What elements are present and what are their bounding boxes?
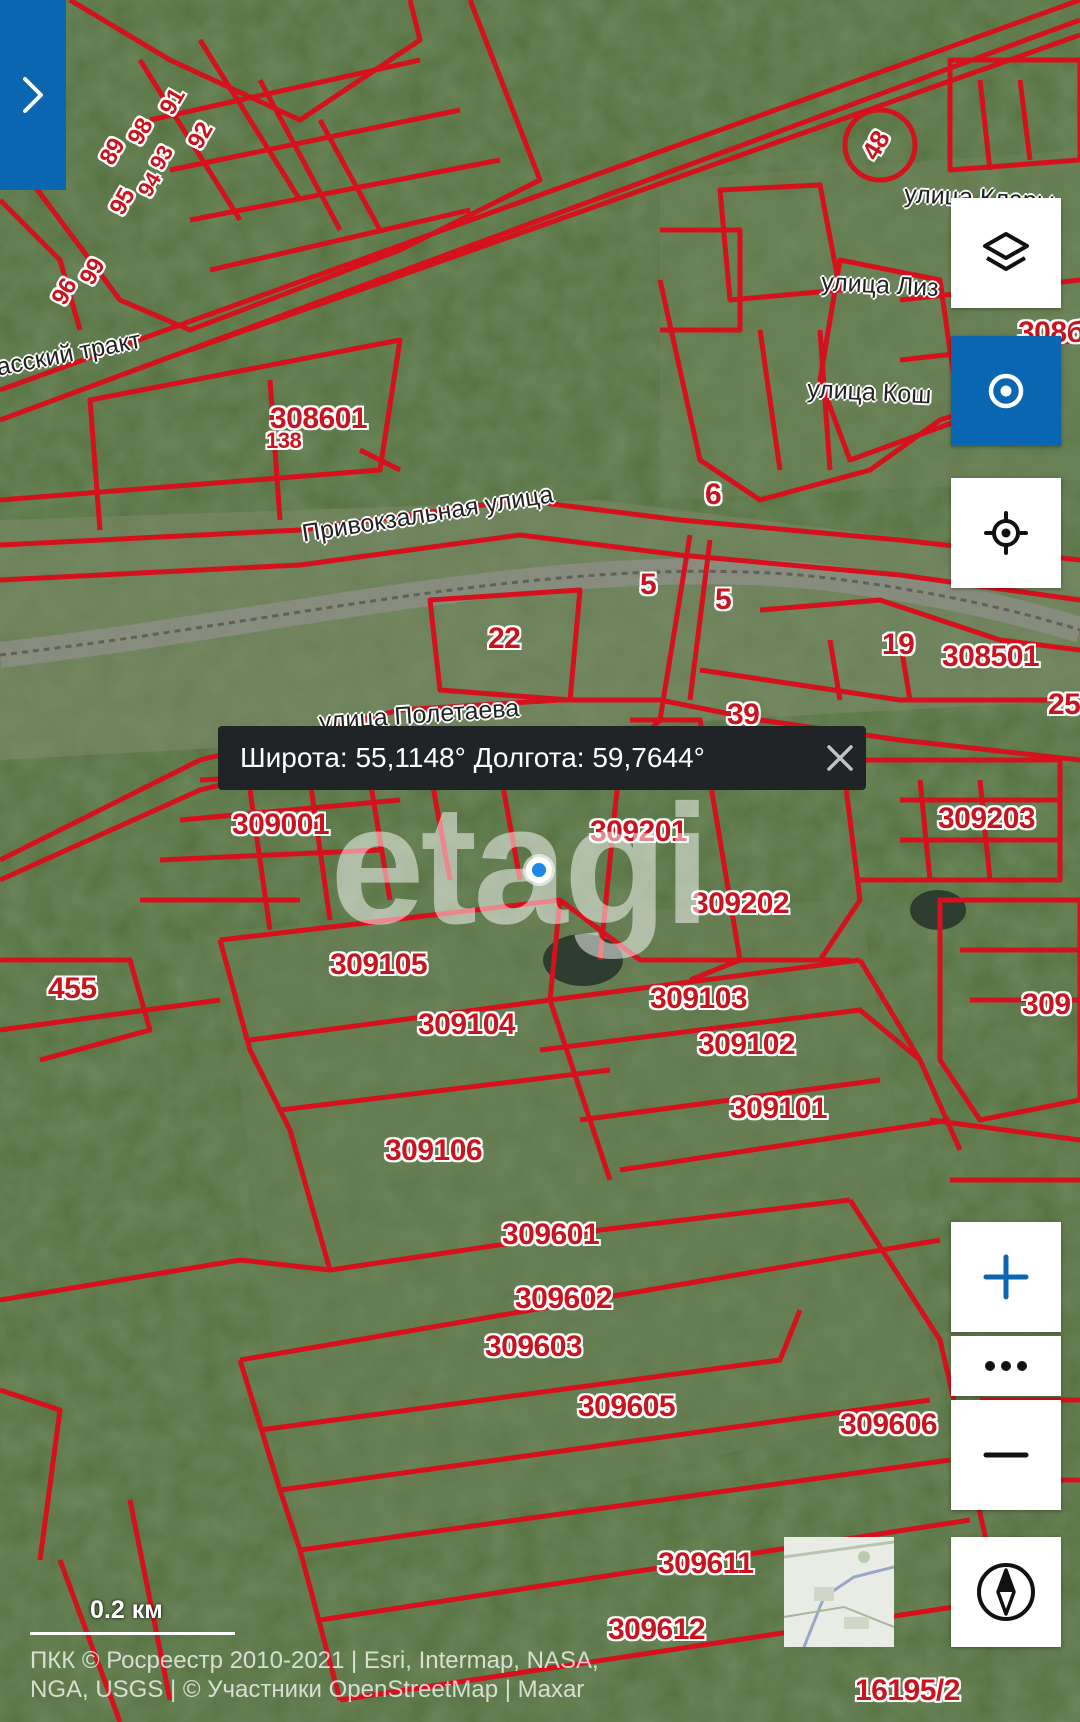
scale-bar: 0.2 км bbox=[30, 1596, 235, 1636]
parcel-label: 5 bbox=[715, 583, 732, 616]
scale-line bbox=[30, 1632, 235, 1635]
street-label-lizy: улица Лиз bbox=[820, 268, 940, 303]
coordinates-text: Широта: 55,1148° Долгота: 59,7644° bbox=[240, 742, 705, 773]
locate-button[interactable] bbox=[951, 336, 1061, 446]
attribution-line: ПКК © Росреестр 2010-2021 | Esri, Interm… bbox=[30, 1647, 599, 1674]
my-position-button[interactable] bbox=[951, 478, 1061, 588]
parcel-label: 309106 bbox=[385, 1134, 483, 1167]
layers-button[interactable] bbox=[951, 198, 1061, 308]
parcel-label: 309601 bbox=[502, 1218, 600, 1251]
location-marker[interactable] bbox=[526, 857, 552, 883]
parcel-label: 5 bbox=[640, 568, 657, 601]
parcel-label: 22 bbox=[488, 622, 521, 655]
attribution-line: NGA, USGS | © Участники OpenStreetMap | … bbox=[30, 1676, 585, 1703]
parcel-label: 309102 bbox=[698, 1028, 796, 1061]
parcel-label: 309612 bbox=[608, 1613, 706, 1646]
parcel-label: 19 bbox=[882, 628, 915, 661]
side-panel-toggle[interactable] bbox=[0, 0, 66, 190]
parcel-label: 16195/2 bbox=[855, 1674, 960, 1707]
parcel-label: 309 bbox=[1022, 988, 1071, 1021]
zoom-out-button[interactable] bbox=[951, 1400, 1061, 1510]
parcel-label: 309611 bbox=[658, 1547, 754, 1580]
parcel-label: 138 bbox=[266, 428, 302, 453]
minus-icon bbox=[983, 1452, 1029, 1458]
plus-icon bbox=[983, 1254, 1029, 1300]
parcel-label: 309605 bbox=[578, 1390, 676, 1423]
scale-label: 0.2 км bbox=[90, 1596, 163, 1624]
compass-button[interactable] bbox=[951, 1537, 1061, 1647]
parcel-label: 455 bbox=[48, 972, 97, 1005]
crosshair-icon bbox=[984, 511, 1028, 555]
parcel-label: 309104 bbox=[418, 1008, 516, 1041]
zoom-in-button[interactable] bbox=[951, 1222, 1061, 1332]
more-button[interactable] bbox=[951, 1336, 1061, 1396]
parcel-label: 6 bbox=[705, 478, 722, 511]
watermark-logo: etagi bbox=[330, 770, 711, 960]
parcel-label: 309103 bbox=[650, 982, 748, 1015]
map-attribution: ПКК © Росреестр 2010-2021 | Esri, Interm… bbox=[30, 1646, 730, 1704]
parcel-label: 309606 bbox=[840, 1408, 938, 1441]
minimap-thumbnail[interactable] bbox=[784, 1537, 894, 1647]
parcel-label: 309203 bbox=[938, 802, 1036, 835]
parcel-label: 309101 bbox=[730, 1092, 828, 1125]
parcel-label: 308501 bbox=[942, 640, 1040, 673]
chevron-right-icon bbox=[23, 77, 43, 113]
close-icon bbox=[827, 745, 853, 771]
parcel-label: 309603 bbox=[485, 1330, 583, 1363]
parcel-label: 25 bbox=[1048, 688, 1080, 721]
coordinates-tooltip: Широта: 55,1148° Долгота: 59,7644° bbox=[218, 726, 866, 790]
layers-icon bbox=[983, 232, 1029, 271]
minimap-image bbox=[784, 1537, 894, 1647]
target-icon bbox=[988, 373, 1024, 409]
parcel-label: 309602 bbox=[515, 1282, 613, 1315]
close-coordinates-button[interactable] bbox=[814, 732, 866, 784]
parcel-label: 309001 bbox=[232, 808, 330, 841]
compass-icon bbox=[977, 1563, 1035, 1621]
more-icon bbox=[985, 1361, 1027, 1371]
